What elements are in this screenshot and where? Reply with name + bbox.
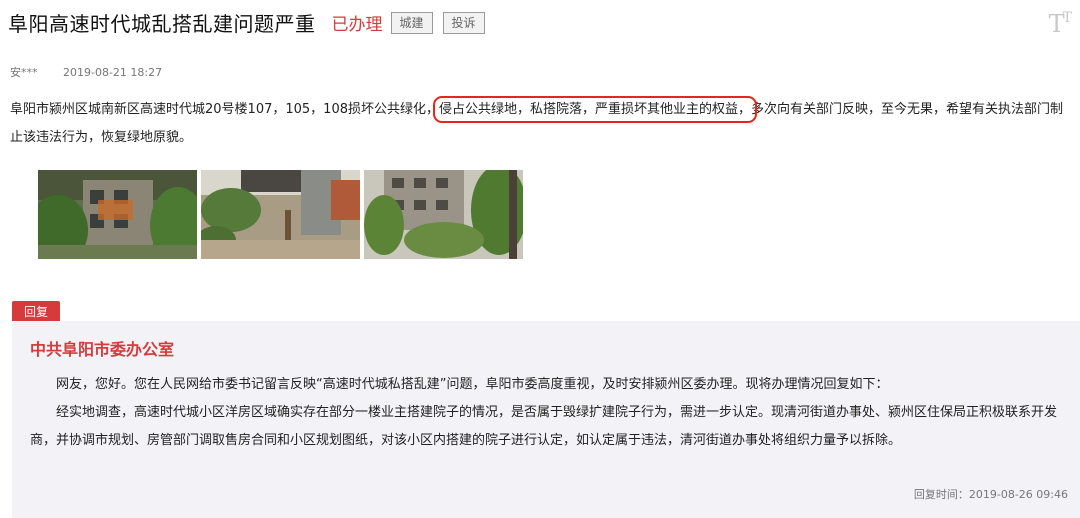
reply-box: 中共阜阳市委办公室 网友，您好。您在人民网给市委书记留言反映“高速时代城私搭乱建… xyxy=(12,321,1080,518)
font-size-icon[interactable]: TT xyxy=(1049,10,1072,38)
message-text-before: 阜阳市颍州区城南新区高速时代城20号楼107，105，108损坏公共绿化， xyxy=(10,102,439,117)
message-body: 阜阳市颍州区城南新区高速时代城20号楼107，105，108损坏公共绿化，侵占公… xyxy=(10,96,1074,152)
font-size-icon-small: T xyxy=(1062,10,1072,26)
reply-paragraph-2: 经实地调查，高速时代城小区洋房区域确实存在部分一楼业主搭建院子的情况，是否属于毁… xyxy=(30,405,1058,448)
reply-text: 网友，您好。您在人民网给市委书记留言反映“高速时代城私搭乱建”问题，阜阳市委高度… xyxy=(30,371,1070,455)
header: 阜阳高速时代城乱搭乱建问题严重 已办理 城建 投诉 xyxy=(8,8,485,37)
reply-paragraph-1: 网友，您好。您在人民网给市委书记留言反映“高速时代城私搭乱建”问题，阜阳市委高度… xyxy=(56,377,889,392)
tag-type[interactable]: 投诉 xyxy=(442,11,485,34)
status-label: 已办理 xyxy=(331,15,383,35)
tag-category[interactable]: 城建 xyxy=(390,11,433,34)
photo-1[interactable] xyxy=(38,170,197,259)
photo-3[interactable] xyxy=(364,170,523,259)
message-highlight: 侵占公共绿地，私搭院落，严重损坏其他业主的权益， xyxy=(432,96,758,123)
reply-organization: 中共阜阳市委办公室 xyxy=(30,340,175,359)
photo-2[interactable] xyxy=(201,170,360,259)
reply-time: 回复时间：2019-08-26 09:46 xyxy=(913,488,1068,501)
post-date: 2019-08-21 18:27 xyxy=(63,66,163,79)
page-title: 阜阳高速时代城乱搭乱建问题严重 xyxy=(8,12,316,36)
author-name: 安*** xyxy=(10,66,38,79)
reply-tab: 回复 xyxy=(12,301,61,322)
photo-gallery xyxy=(38,170,523,259)
post-meta: 安*** 2019-08-21 18:27 xyxy=(10,64,162,80)
